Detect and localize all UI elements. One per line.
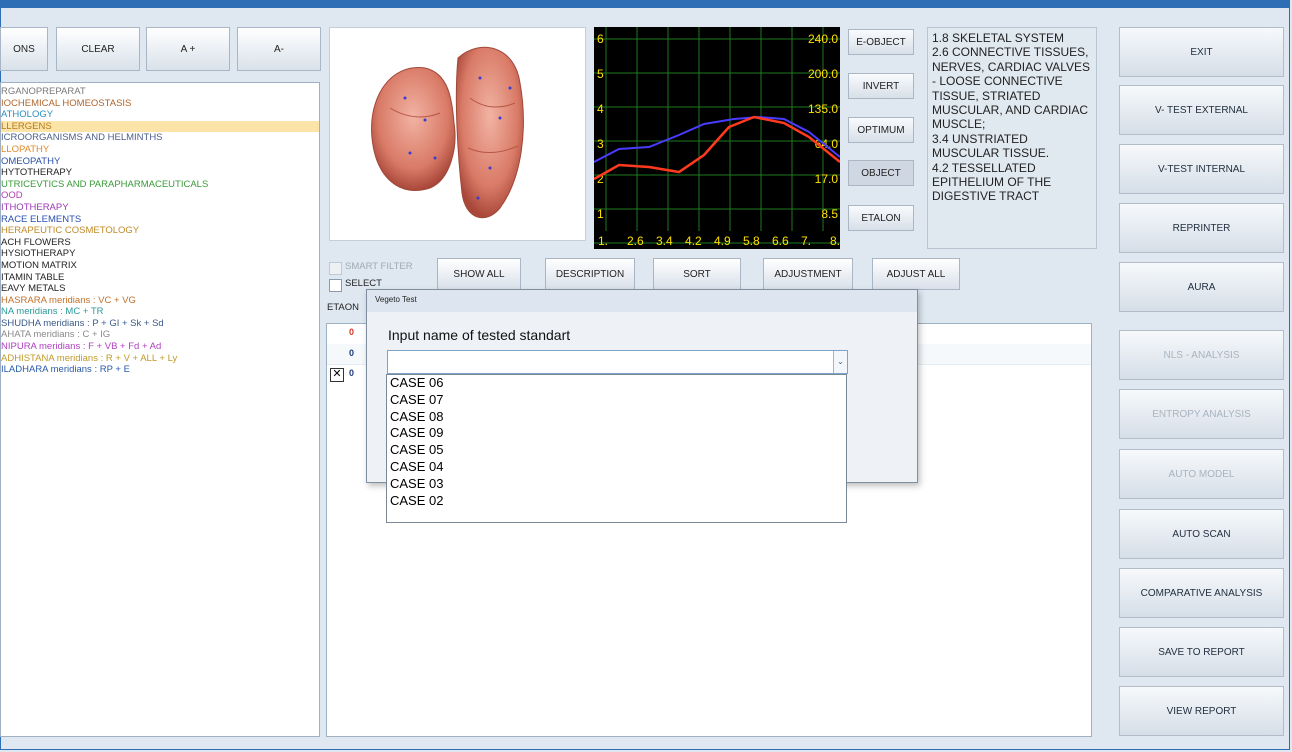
graph-x-label: 3.4 xyxy=(656,234,673,248)
description-button[interactable]: DESCRIPTION xyxy=(545,258,635,290)
optimum-button[interactable]: OPTIMUM xyxy=(848,117,914,143)
smart-filter-label: SMART FILTER xyxy=(345,261,413,272)
graph-x-label: 4.9 xyxy=(714,234,731,248)
case-option[interactable]: CASE 04 xyxy=(387,459,846,476)
graph-right-label: 135.0 xyxy=(808,102,838,116)
etaon-label: ETAON xyxy=(327,302,360,313)
right-button-aura[interactable]: AURA xyxy=(1119,262,1284,312)
category-item[interactable]: AHATA meridians : C + IG xyxy=(1,329,319,341)
select-label: SELECT xyxy=(345,278,382,289)
category-item[interactable]: RGANOPREPARAT xyxy=(1,86,319,98)
right-button-auto-model[interactable]: AUTO MODEL xyxy=(1119,449,1284,499)
category-item[interactable]: NIPURA meridians : F + VB + Fd + Ad xyxy=(1,341,319,353)
adjust-all-button[interactable]: ADJUST ALL xyxy=(872,258,960,290)
category-item[interactable]: NA meridians : MC + TR xyxy=(1,306,319,318)
select-checkbox[interactable] xyxy=(329,279,342,292)
category-item[interactable]: HYSIOTHERAPY xyxy=(1,248,319,260)
case-option[interactable]: CASE 03 xyxy=(387,476,846,493)
chevron-down-icon[interactable]: ⌄ xyxy=(833,351,847,373)
category-item[interactable]: LLERGENS xyxy=(1,120,319,133)
object-button[interactable]: OBJECT xyxy=(848,160,914,186)
graph-x-label: 1. xyxy=(598,234,608,248)
category-item[interactable]: EAVY METALS xyxy=(1,283,319,295)
right-button-save-to-report[interactable]: SAVE TO REPORT xyxy=(1119,627,1284,677)
category-item[interactable]: IOCHEMICAL HOMEOSTASIS xyxy=(1,98,319,110)
category-item[interactable]: SHUDHA meridians : P + GI + Sk + Sd xyxy=(1,318,319,330)
invert-button[interactable]: INVERT xyxy=(848,73,914,99)
right-button-exit[interactable]: EXIT xyxy=(1119,27,1284,77)
graph-x-label: 4.2 xyxy=(685,234,702,248)
category-item[interactable]: HASRARA meridians : VC + VG xyxy=(1,295,319,307)
category-item[interactable]: HERAPEUTIC COSMETOLOGY xyxy=(1,225,319,237)
case-option[interactable]: CASE 09 xyxy=(387,425,846,442)
right-button-v-test-internal[interactable]: V-TEST INTERNAL xyxy=(1119,144,1284,194)
case-option[interactable]: CASE 05 xyxy=(387,442,846,459)
graph-left-label: 3 xyxy=(597,137,604,151)
case-option[interactable]: CASE 06 xyxy=(387,375,846,392)
category-item[interactable]: ICROORGANISMS AND HELMINTHS xyxy=(1,132,319,144)
right-button-comparative-analysis[interactable]: COMPARATIVE ANALYSIS xyxy=(1119,568,1284,618)
etalon-button[interactable]: ETALON xyxy=(848,205,914,231)
right-button-reprinter[interactable]: REPRINTER xyxy=(1119,203,1284,253)
graph-x-label: 2.6 xyxy=(627,234,644,248)
e-object-button[interactable]: E-OBJECT xyxy=(848,29,914,55)
category-item[interactable]: ATHOLOGY xyxy=(1,109,319,121)
graph-right-label: 200.0 xyxy=(808,67,838,81)
right-button-nls-analysis[interactable]: NLS - ANALYSIS xyxy=(1119,330,1284,380)
case-option[interactable]: CASE 07 xyxy=(387,392,846,409)
graph-x-label: 7. xyxy=(801,234,811,248)
case-dropdown-list[interactable]: CASE 06 CASE 07 CASE 08 CASE 09 CASE 05 CASE … xyxy=(386,374,847,523)
clear-button[interactable]: CLEAR xyxy=(56,27,140,71)
a-minus-button[interactable]: A- xyxy=(237,27,321,71)
lung-illustration xyxy=(371,46,524,219)
graph-x-label: 6.6 xyxy=(772,234,789,248)
show-all-button[interactable]: SHOW ALL xyxy=(437,258,521,290)
graph-x-label: 8.2 xyxy=(830,234,840,248)
category-item[interactable]: RACE ELEMENTS xyxy=(1,214,319,226)
category-item[interactable]: ADHISTANA meridians : R + V + ALL + Ly xyxy=(1,353,319,365)
a-plus-button[interactable]: A + xyxy=(146,27,230,71)
category-item[interactable]: OMEOPATHY xyxy=(1,156,319,168)
test-graph: 6 5 4 3 2 1 240.0 200.0 135.0 64.0 17.0 8.5 1. 2.6 3.4… xyxy=(593,27,847,249)
case-option[interactable]: CASE 02 xyxy=(387,493,846,510)
case-option[interactable]: CASE 08 xyxy=(387,409,846,426)
ons-button[interactable]: ONS xyxy=(0,27,48,71)
category-item[interactable]: HYTOTHERAPY xyxy=(1,167,319,179)
row-value: 0 xyxy=(349,348,355,358)
graph-right-label: 17.0 xyxy=(815,172,839,186)
adjustment-button[interactable]: ADJUSTMENT xyxy=(763,258,853,290)
graph-right-label: 8.5 xyxy=(821,207,838,221)
row-value: 0 xyxy=(349,327,355,337)
right-button-entropy-analysis[interactable]: ENTROPY ANALYSIS xyxy=(1119,389,1284,439)
sort-button[interactable]: SORT xyxy=(653,258,741,290)
dialog-title: Vegeto Test xyxy=(367,290,917,312)
category-item[interactable]: ITAMIN TABLE xyxy=(1,272,319,284)
graph-left-label: 1 xyxy=(597,207,604,221)
row-value: 0 xyxy=(349,368,355,378)
description-text: 1.8 SKELETAL SYSTEM 2.6 CONNECTIVE TISSUE… xyxy=(927,27,1097,249)
graph-left-label: 5 xyxy=(597,67,604,81)
category-list[interactable]: RGANOPREPARAT IOCHEMICAL HOMEOSTASIS ATHOL… xyxy=(0,82,320,737)
graph-left-label: 6 xyxy=(597,32,604,46)
graph-right-label: 240.0 xyxy=(808,32,838,46)
category-item[interactable]: OOD xyxy=(1,190,319,202)
category-item[interactable]: UTRICEVTICS AND PARAPHARMACEUTICALS xyxy=(1,179,319,191)
category-item[interactable]: ACH FLOWERS xyxy=(1,237,319,249)
standard-name-combobox[interactable]: ⌄ xyxy=(387,350,848,374)
right-button-auto-scan[interactable]: AUTO SCAN xyxy=(1119,509,1284,559)
category-item[interactable]: LLOPATHY xyxy=(1,144,319,156)
graph-x-label: 5.8 xyxy=(743,234,760,248)
smart-filter-checkbox[interactable] xyxy=(329,262,342,275)
organ-image xyxy=(329,27,586,241)
graph-left-label: 4 xyxy=(597,102,604,116)
dialog-prompt: Input name of tested standart xyxy=(388,327,571,343)
category-item[interactable]: ITHOTHERAPY xyxy=(1,202,319,214)
right-button-v-test-external[interactable]: V- TEST EXTERNAL xyxy=(1119,85,1284,135)
close-icon[interactable]: ✕ xyxy=(330,368,344,382)
category-item[interactable]: MOTION MATRIX xyxy=(1,260,319,272)
right-button-view-report[interactable]: VIEW REPORT xyxy=(1119,686,1284,736)
category-item[interactable]: ILADHARA meridians : RP + E xyxy=(1,364,319,376)
